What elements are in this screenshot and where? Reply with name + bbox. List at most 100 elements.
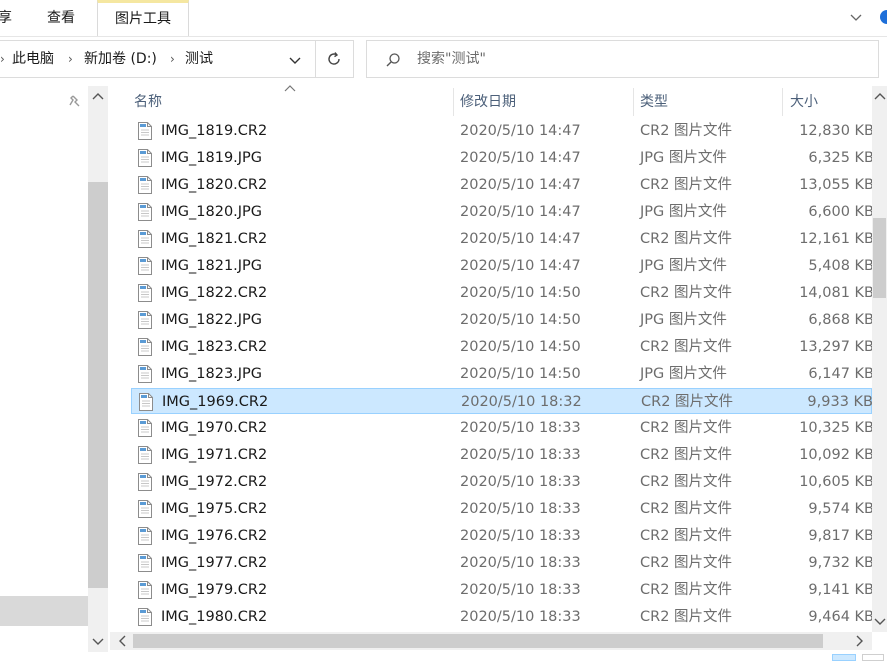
nav-selected-item[interactable] bbox=[0, 596, 88, 626]
table-row[interactable]: IMG_1822.JPG 2020/5/10 14:50 JPG 图片文件 6,868… bbox=[131, 307, 874, 333]
breadcrumb-this-pc[interactable]: 此电脑 bbox=[12, 41, 54, 77]
image-file-icon bbox=[137, 284, 153, 302]
tab-view[interactable]: 查看 bbox=[47, 0, 75, 36]
file-size: 9,817 KB bbox=[808, 528, 874, 544]
tab-share[interactable]: 享 bbox=[0, 0, 12, 36]
file-date: 2020/5/10 14:47 bbox=[460, 258, 581, 274]
status-bar bbox=[0, 652, 887, 661]
breadcrumb-folder[interactable]: 测试 bbox=[185, 41, 213, 77]
refresh-button[interactable] bbox=[316, 40, 354, 78]
nav-scroll-down-icon[interactable] bbox=[91, 634, 105, 648]
ribbon: 享 查看 图片工具 bbox=[0, 0, 887, 37]
file-type: JPG 图片文件 bbox=[640, 366, 727, 382]
table-row[interactable]: IMG_1971.CR2 2020/5/10 18:33 CR2 图片文件 10,09… bbox=[131, 442, 874, 468]
horizontal-scrollbar-thumb[interactable] bbox=[133, 634, 823, 648]
scroll-left-icon[interactable] bbox=[116, 634, 130, 648]
file-list-scrollbar[interactable] bbox=[872, 86, 887, 632]
file-size: 13,297 KB bbox=[799, 339, 874, 355]
table-row[interactable]: IMG_1819.CR2 2020/5/10 14:47 CR2 图片文件 12,83… bbox=[131, 118, 874, 144]
scroll-down-icon[interactable] bbox=[873, 614, 887, 628]
breadcrumb-chevron-icon[interactable]: › bbox=[170, 41, 175, 77]
file-size: 6,868 KB bbox=[808, 312, 874, 328]
image-file-icon bbox=[137, 527, 153, 545]
file-size: 6,147 KB bbox=[808, 366, 874, 382]
table-row[interactable]: IMG_1823.JPG 2020/5/10 14:50 JPG 图片文件 6,147… bbox=[131, 361, 874, 387]
file-size: 10,605 KB bbox=[799, 474, 874, 490]
column-header-size[interactable]: 大小 bbox=[790, 88, 818, 116]
table-row[interactable]: IMG_1976.CR2 2020/5/10 18:33 CR2 图片文件 9,817… bbox=[131, 523, 874, 549]
file-type: CR2 图片文件 bbox=[640, 555, 733, 571]
sort-ascending-icon bbox=[284, 85, 296, 92]
file-type: CR2 图片文件 bbox=[640, 231, 733, 247]
file-type: JPG 图片文件 bbox=[640, 204, 727, 220]
image-file-icon bbox=[137, 554, 153, 572]
table-row[interactable]: IMG_1977.CR2 2020/5/10 18:33 CR2 图片文件 9,732… bbox=[131, 550, 874, 576]
file-type: CR2 图片文件 bbox=[640, 123, 733, 139]
image-file-icon bbox=[137, 230, 153, 248]
file-list-scrollbar-thumb[interactable] bbox=[873, 218, 886, 298]
file-date: 2020/5/10 14:50 bbox=[460, 366, 581, 382]
address-history-dropdown-icon[interactable] bbox=[288, 53, 302, 67]
file-name: IMG_1820.CR2 bbox=[161, 177, 268, 193]
pin-icon[interactable] bbox=[68, 94, 82, 108]
file-size: 12,161 KB bbox=[799, 231, 874, 247]
file-date: 2020/5/10 18:33 bbox=[460, 582, 581, 598]
file-type: CR2 图片文件 bbox=[640, 420, 733, 436]
table-row[interactable]: IMG_1972.CR2 2020/5/10 18:33 CR2 图片文件 10,60… bbox=[131, 469, 874, 495]
image-file-icon bbox=[137, 311, 153, 329]
file-name: IMG_1823.CR2 bbox=[161, 339, 268, 355]
scroll-up-icon[interactable] bbox=[873, 90, 887, 104]
file-type: CR2 图片文件 bbox=[640, 339, 733, 355]
table-row[interactable]: IMG_1821.JPG 2020/5/10 14:47 JPG 图片文件 5,408… bbox=[131, 253, 874, 279]
file-size: 6,600 KB bbox=[808, 204, 874, 220]
address-bar[interactable]: › 此电脑 › 新加卷 (D:) › 测试 bbox=[0, 40, 316, 78]
column-divider[interactable] bbox=[633, 88, 634, 116]
table-row[interactable]: IMG_1822.CR2 2020/5/10 14:50 CR2 图片文件 14,08… bbox=[131, 280, 874, 306]
table-row[interactable]: IMG_1980.CR2 2020/5/10 18:33 CR2 图片文件 9,464… bbox=[131, 604, 874, 630]
column-divider[interactable] bbox=[453, 88, 454, 116]
file-type: JPG 图片文件 bbox=[640, 150, 727, 166]
table-row[interactable]: IMG_1820.JPG 2020/5/10 14:47 JPG 图片文件 6,600… bbox=[131, 199, 874, 225]
expand-ribbon-icon[interactable] bbox=[849, 10, 863, 24]
file-date: 2020/5/10 18:33 bbox=[460, 528, 581, 544]
file-size: 9,464 KB bbox=[808, 609, 874, 625]
table-row[interactable]: IMG_1979.CR2 2020/5/10 18:33 CR2 图片文件 9,141… bbox=[131, 577, 874, 603]
table-row[interactable]: IMG_1969.CR2 2020/5/10 18:32 CR2 图片文件 9,933… bbox=[131, 388, 873, 414]
file-size: 9,141 KB bbox=[808, 582, 874, 598]
file-date: 2020/5/10 18:33 bbox=[460, 447, 581, 463]
details-view-icon[interactable] bbox=[832, 654, 856, 661]
breadcrumb-chevron-icon[interactable]: › bbox=[0, 41, 5, 77]
file-date: 2020/5/10 18:33 bbox=[460, 474, 581, 490]
column-header-name[interactable]: 名称 bbox=[134, 88, 162, 116]
thumbnails-view-icon[interactable] bbox=[862, 654, 884, 661]
breadcrumb-chevron-icon[interactable]: › bbox=[68, 41, 73, 77]
column-divider[interactable] bbox=[782, 88, 783, 116]
search-box[interactable]: 搜索"测试" bbox=[366, 40, 879, 78]
column-header-date[interactable]: 修改日期 bbox=[460, 88, 516, 116]
file-date: 2020/5/10 14:47 bbox=[460, 150, 581, 166]
table-row[interactable]: IMG_1819.JPG 2020/5/10 14:47 JPG 图片文件 6,325… bbox=[131, 145, 874, 171]
image-file-icon bbox=[137, 257, 153, 275]
file-type: CR2 图片文件 bbox=[640, 447, 733, 463]
file-size: 13,055 KB bbox=[799, 177, 874, 193]
help-icon[interactable] bbox=[879, 8, 887, 26]
breadcrumb-drive-d[interactable]: 新加卷 (D:) bbox=[84, 41, 157, 77]
nav-scrollbar-thumb[interactable] bbox=[88, 182, 108, 588]
tab-picture-tools[interactable]: 图片工具 bbox=[97, 0, 189, 36]
file-name: IMG_1823.JPG bbox=[161, 366, 263, 382]
nav-scroll-up-icon[interactable] bbox=[91, 90, 105, 104]
file-name: IMG_1819.CR2 bbox=[161, 123, 268, 139]
table-row[interactable]: IMG_1821.CR2 2020/5/10 14:47 CR2 图片文件 12,16… bbox=[131, 226, 874, 252]
image-file-icon bbox=[137, 338, 153, 356]
file-size: 14,081 KB bbox=[799, 285, 874, 301]
table-row[interactable]: IMG_1820.CR2 2020/5/10 14:47 CR2 图片文件 13,05… bbox=[131, 172, 874, 198]
file-date: 2020/5/10 14:50 bbox=[460, 339, 581, 355]
scroll-right-icon[interactable] bbox=[852, 634, 866, 648]
table-row[interactable]: IMG_1975.CR2 2020/5/10 18:33 CR2 图片文件 9,574… bbox=[131, 496, 874, 522]
table-row[interactable]: IMG_1823.CR2 2020/5/10 14:50 CR2 图片文件 13,29… bbox=[131, 334, 874, 360]
file-name: IMG_1822.CR2 bbox=[161, 285, 268, 301]
image-file-icon bbox=[137, 446, 153, 464]
file-date: 2020/5/10 14:47 bbox=[460, 123, 581, 139]
column-header-type[interactable]: 类型 bbox=[640, 88, 668, 116]
table-row[interactable]: IMG_1970.CR2 2020/5/10 18:33 CR2 图片文件 10,32… bbox=[131, 415, 874, 441]
